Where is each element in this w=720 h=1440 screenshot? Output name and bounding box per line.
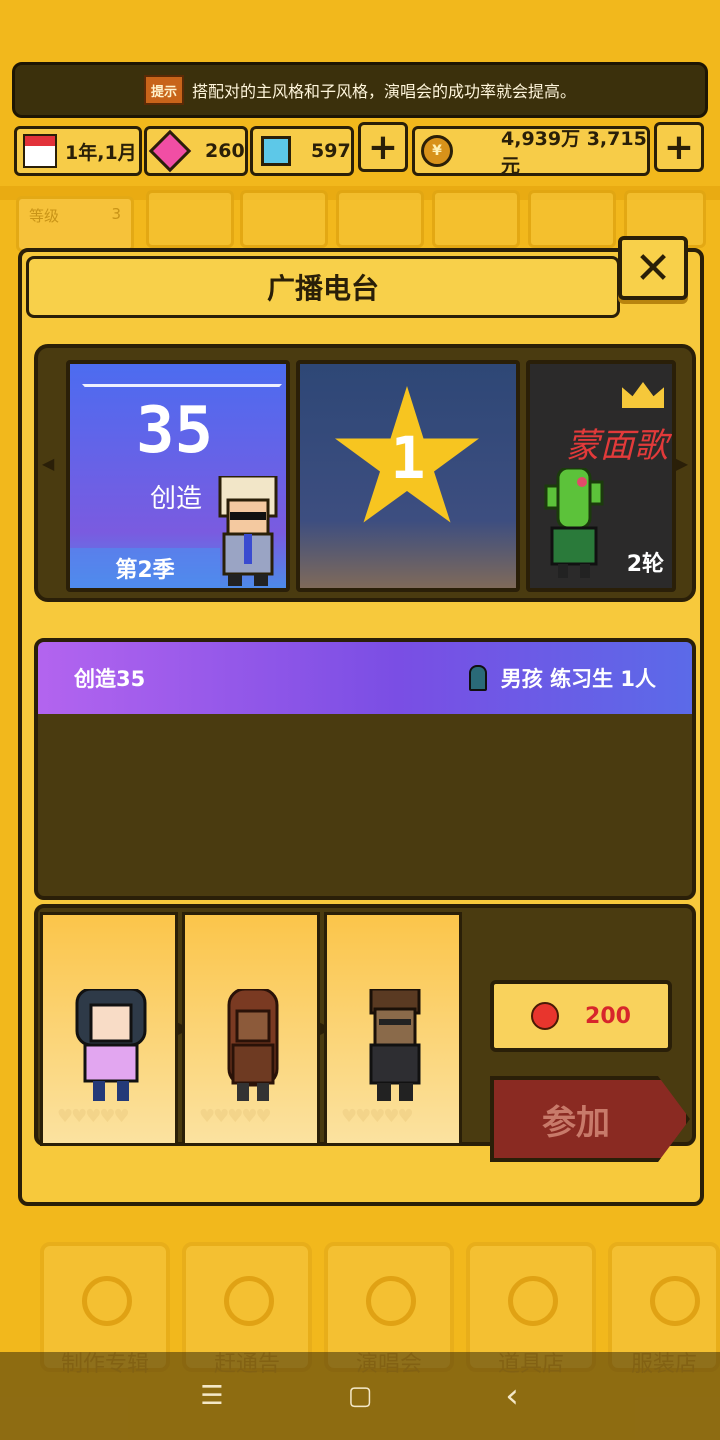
crown-icon xyxy=(622,382,664,408)
add-money-button[interactable]: + xyxy=(654,122,704,172)
show-name: 创造35 xyxy=(74,667,146,691)
member-lineup: ♥♥♥♥♥ ▶ ♥♥♥♥♥ ▶ ♥♥♥♥♥ xyxy=(34,904,696,1162)
close-icon: ✕ xyxy=(634,242,672,294)
money-counter: ¥ 4,939万 3,715元 xyxy=(412,126,650,177)
show-detail: 创造35 男孩 练习生 1人 xyxy=(34,638,696,900)
shop-icon xyxy=(508,1276,558,1326)
member-slot-2[interactable]: ♥♥♥♥♥ xyxy=(182,912,320,1146)
cost-value: 200 xyxy=(585,1003,631,1029)
album-icon xyxy=(82,1276,132,1326)
pink-gem-counter: 260 xyxy=(144,126,248,176)
radio-station-panel: 广播电台 ✕ ◀ ▶ 35 创造 第2季 1 蒙面歌 2轮 创造35 男孩 练习… xyxy=(18,236,704,1206)
show-card-star[interactable]: 1 xyxy=(296,360,520,592)
panel-title: 广播电台 xyxy=(266,272,379,305)
hint-icon: 提示 xyxy=(143,75,184,105)
join-label: 参加 xyxy=(542,1102,610,1143)
home-icon[interactable]: ▢ xyxy=(338,1374,382,1418)
show-subtitle: 创造 xyxy=(150,484,203,514)
menu-icon[interactable]: ☰ xyxy=(190,1374,234,1418)
bg-menu-tile xyxy=(528,190,616,248)
close-button[interactable]: ✕ xyxy=(618,236,688,300)
host-character-icon xyxy=(218,476,278,586)
star-number: 1 xyxy=(390,424,426,492)
bg-menu-tile xyxy=(240,190,328,248)
level-value: 3 xyxy=(111,205,121,223)
money-value: 4,939万 3,715元 xyxy=(501,128,647,177)
bg-menu-tile xyxy=(432,190,520,248)
cactus-character-icon xyxy=(544,468,604,578)
member-slot-3[interactable]: ♥♥♥♥♥ xyxy=(324,912,462,1146)
hint-bar: 提示 搭配对的主风格和子风格，演唱会的成功率就会提高。 xyxy=(12,62,708,118)
carousel-left-arrow-icon[interactable]: ◀ xyxy=(42,454,54,473)
heart-rating-icon: ♥♥♥♥♥ xyxy=(341,1106,414,1127)
pink-gem-icon xyxy=(148,129,192,173)
requirement: 男孩 练习生 1人 xyxy=(468,663,656,693)
blue-gem-value: 597 xyxy=(311,140,351,162)
entry-cost: 200 xyxy=(490,980,672,1052)
show-card-create35[interactable]: 35 创造 第2季 xyxy=(66,360,290,592)
apple-icon xyxy=(531,1002,560,1030)
panel-title-bar: 广播电台 xyxy=(26,256,620,318)
carousel-right-arrow-icon[interactable]: ▶ xyxy=(676,454,688,473)
girl-character-icon xyxy=(75,989,147,1101)
show-carousel[interactable]: ◀ ▶ 35 创造 第2季 1 蒙面歌 2轮 xyxy=(34,344,696,602)
bg-menu-tile xyxy=(146,190,234,248)
level-label: 等级 xyxy=(29,207,60,225)
member-slot-1[interactable]: ♥♥♥♥♥ xyxy=(40,912,178,1146)
level-box: 等级 3 xyxy=(16,196,134,252)
calendar-icon xyxy=(224,1276,274,1326)
person-icon xyxy=(468,665,487,691)
calendar-icon xyxy=(23,134,57,168)
hint-text: 搭配对的主风格和子风格，演唱会的成功率就会提高。 xyxy=(191,82,576,101)
add-gems-button[interactable]: + xyxy=(358,122,408,172)
system-nav-bar: ☰ ▢ ‹ xyxy=(0,1352,720,1440)
concert-icon xyxy=(366,1276,416,1326)
heart-rating-icon: ♥♥♥♥♥ xyxy=(57,1106,130,1127)
blue-gem-icon xyxy=(259,134,293,168)
blue-gem-counter: 597 xyxy=(250,126,354,176)
join-button[interactable]: 参加 xyxy=(490,1076,690,1162)
coin-icon: ¥ xyxy=(421,134,453,168)
show-number: 35 xyxy=(136,394,214,468)
show-detail-header: 创造35 男孩 练习生 1人 xyxy=(38,642,692,714)
round-badge: 2轮 xyxy=(626,552,664,577)
show-card-masked-singer[interactable]: 蒙面歌 2轮 xyxy=(526,360,676,592)
pink-gem-value: 260 xyxy=(205,140,245,162)
clothing-icon xyxy=(650,1276,700,1326)
requirement-text: 男孩 练习生 1人 xyxy=(500,667,656,691)
date-display: 1年,1月 xyxy=(14,126,142,176)
bg-menu-tile xyxy=(336,190,424,248)
back-icon[interactable]: ‹ xyxy=(490,1374,534,1418)
longhair-character-icon xyxy=(227,989,279,1101)
heart-rating-icon: ♥♥♥♥♥ xyxy=(199,1106,272,1127)
season-badge: 第2季 xyxy=(70,548,220,588)
masked-show-title: 蒙面歌 xyxy=(566,426,668,466)
bearded-character-icon xyxy=(369,989,421,1101)
date-value: 1年,1月 xyxy=(65,141,137,164)
